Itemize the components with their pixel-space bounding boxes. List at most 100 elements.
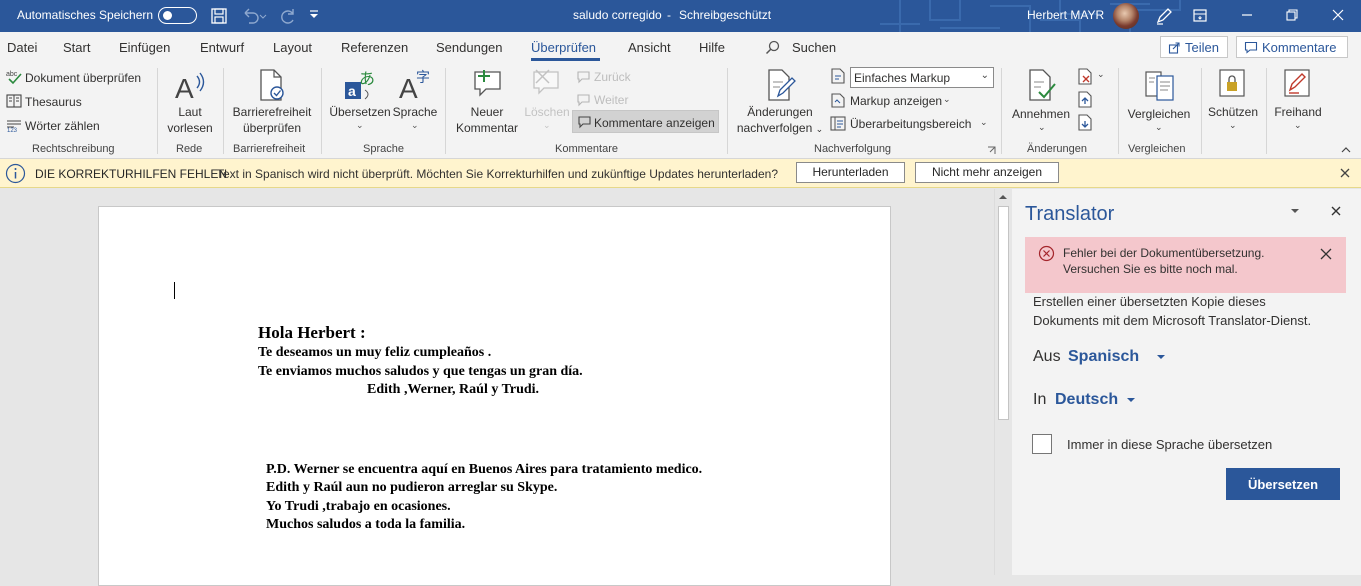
tab-start[interactable]: Start	[63, 40, 90, 55]
collapse-ribbon-icon[interactable]	[1340, 145, 1352, 155]
avatar[interactable]	[1113, 3, 1139, 29]
group-label-aenderungen: Änderungen	[1027, 143, 1087, 155]
svg-text:A: A	[175, 73, 194, 104]
tab-layout[interactable]: Layout	[273, 40, 312, 55]
document-title: saludo corregido	[573, 8, 662, 22]
word-count-button[interactable]: 123 Wörter zählen	[6, 116, 106, 136]
spelling-button[interactable]: abc Dokument überprüfen	[6, 68, 156, 88]
language-button[interactable]: A字 Sprache ⌄	[392, 66, 438, 140]
track-changes-button[interactable]: Änderungen nachverfolgen ⌄	[734, 66, 826, 140]
new-comment-label-1: Neuer	[470, 105, 504, 119]
ribbon-display-options-icon[interactable]	[1192, 8, 1208, 24]
description-line-1: Erstellen einer übersetzten Kopie dieses	[1033, 294, 1266, 309]
next-comment-label: Weiter	[594, 93, 629, 107]
tab-einfuegen[interactable]: Einfügen	[119, 40, 170, 55]
accept-dropdown-icon: ⌄	[1038, 122, 1046, 132]
tab-hilfe[interactable]: Hilfe	[699, 40, 725, 55]
thesaurus-label: Thesaurus	[25, 95, 82, 109]
close-message-icon[interactable]	[1339, 167, 1351, 179]
new-comment-button[interactable]: Neuer Kommentar	[452, 66, 522, 140]
from-label: Aus	[1033, 348, 1061, 365]
save-icon[interactable]	[210, 7, 228, 25]
word-count-icon: 123	[7, 120, 21, 132]
minimize-icon[interactable]	[1240, 8, 1254, 22]
protect-icon	[1219, 69, 1245, 97]
scrollbar-thumb[interactable]	[998, 206, 1009, 420]
chevron-down-icon: ⌄	[980, 70, 989, 81]
to-language-select[interactable]: Deutsch	[1055, 389, 1145, 411]
tab-referenzen[interactable]: Referenzen	[341, 40, 408, 55]
protect-dropdown-icon: ⌄	[1229, 120, 1237, 130]
previous-comment-button[interactable]: Zurück	[576, 68, 646, 86]
tab-datei[interactable]: Datei	[7, 40, 37, 55]
accessibility-check-button[interactable]: Barrierefreiheit überprüfen	[228, 66, 316, 140]
document-page[interactable]: Hola Herbert : Te deseamos un muy feliz …	[98, 206, 891, 586]
pen-icon[interactable]	[1154, 6, 1174, 26]
dismiss-error-icon[interactable]	[1319, 247, 1333, 261]
always-translate-checkbox[interactable]	[1032, 434, 1052, 454]
close-pane-icon[interactable]	[1330, 205, 1342, 217]
read-aloud-button[interactable]: A Laut vorlesen	[163, 66, 217, 140]
search-icon[interactable]	[765, 40, 780, 55]
undo-icon[interactable]	[241, 7, 267, 25]
svg-text:あ: あ	[359, 69, 375, 88]
doc-line-2: Te enviamos muchos saludos y que tengas …	[258, 364, 583, 379]
group-label-sprache: Sprache	[363, 143, 404, 155]
share-label: Teilen	[1185, 40, 1219, 55]
accept-label: Annehmen	[1011, 107, 1071, 121]
svg-text:a: a	[348, 83, 356, 99]
close-icon[interactable]	[1331, 8, 1345, 22]
tab-sendungen[interactable]: Sendungen	[436, 40, 503, 55]
scroll-up-icon[interactable]	[998, 193, 1008, 201]
dialog-launcher-icon[interactable]	[987, 146, 996, 155]
pane-options-icon[interactable]	[1289, 207, 1301, 215]
protect-button[interactable]: Schützen ⌄	[1205, 66, 1261, 140]
doc-ps-line-2: Edith y Raúl aun no pudieron arreglar su…	[266, 480, 558, 495]
share-button[interactable]: Teilen	[1160, 36, 1228, 58]
comments-label: Kommentare	[1262, 40, 1337, 55]
comments-button[interactable]: Kommentare	[1236, 36, 1348, 58]
svg-text:123: 123	[7, 128, 18, 132]
customize-toolbar-icon[interactable]	[308, 9, 320, 21]
translate-button[interactable]: aあ Übersetzen ⌄	[329, 66, 391, 140]
thesaurus-button[interactable]: Thesaurus	[6, 92, 96, 112]
markup-select[interactable]: Einfaches Markup ⌄	[850, 67, 994, 88]
ink-dropdown-icon: ⌄	[1294, 120, 1302, 130]
to-chevron-down-icon	[1127, 398, 1135, 402]
svg-text:abc: abc	[6, 71, 18, 78]
tab-ansicht[interactable]: Ansicht	[628, 40, 671, 55]
reviewing-pane-dropdown-icon: ⌄	[980, 117, 988, 127]
group-label-vergleichen: Vergleichen	[1128, 143, 1186, 155]
redo-icon[interactable]	[278, 6, 296, 26]
accept-button[interactable]: Annehmen ⌄	[1005, 66, 1077, 140]
group-label-rechtschreibung: Rechtschreibung	[32, 143, 115, 155]
accessibility-label-1: Barrierefreiheit	[232, 105, 312, 119]
new-comment-icon	[474, 70, 501, 97]
from-language-select[interactable]: Spanisch	[1068, 346, 1168, 368]
delete-comment-button[interactable]: Löschen ⌄	[523, 66, 571, 140]
compare-button[interactable]: Vergleichen ⌄	[1123, 66, 1195, 140]
delete-comment-icon	[533, 69, 559, 95]
download-button[interactable]: Herunterladen	[796, 162, 905, 183]
dont-show-again-button[interactable]: Nicht mehr anzeigen	[915, 162, 1059, 183]
show-markup-button[interactable]: Markup anzeigen ⌄	[830, 91, 960, 111]
show-comments-button[interactable]: Kommentare anzeigen	[572, 110, 719, 133]
previous-change-icon[interactable]	[1077, 91, 1093, 108]
restore-icon[interactable]	[1285, 8, 1299, 22]
ink-button[interactable]: Freihand ⌄	[1270, 66, 1326, 140]
show-markup-icon	[831, 93, 845, 108]
reject-button[interactable]: ⌄	[1077, 68, 1107, 86]
tab-ueberpruefen[interactable]: Überprüfen	[531, 40, 596, 55]
next-change-icon[interactable]	[1077, 114, 1093, 131]
autosave-toggle[interactable]	[158, 7, 197, 24]
group-label-kommentare: Kommentare	[555, 143, 618, 155]
reject-icon	[1078, 68, 1092, 85]
language-label: Sprache	[392, 105, 438, 119]
search-label[interactable]: Suchen	[792, 40, 836, 55]
tab-entwurf[interactable]: Entwurf	[200, 40, 244, 55]
vertical-scrollbar[interactable]	[994, 189, 1011, 575]
reviewing-pane-button[interactable]: Überarbeitungsbereich ⌄	[830, 114, 992, 134]
next-comment-button[interactable]: Weiter	[576, 91, 646, 109]
translate-submit-button[interactable]: Übersetzen	[1226, 468, 1340, 500]
protect-label: Schützen	[1207, 105, 1259, 119]
